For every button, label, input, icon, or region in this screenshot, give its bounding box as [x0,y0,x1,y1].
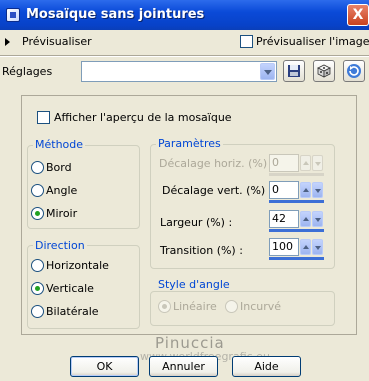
h-offset-slider[interactable] [269,173,324,176]
transition-value[interactable]: 100 [269,238,299,256]
corner-radio-lineaire[interactable] [158,300,171,313]
app-icon [6,8,20,22]
v-offset-label: Décalage vert. (%) : [162,184,273,197]
spin-down-icon[interactable] [312,239,323,255]
spin-up-icon[interactable] [300,182,311,198]
transition-spinner[interactable]: 100 [269,238,324,260]
spin-up-icon[interactable] [300,239,311,255]
spin-down-icon[interactable] [312,182,323,198]
spin-up-icon[interactable] [300,211,311,227]
help-button[interactable]: Aide [232,356,301,377]
cancel-button[interactable]: Annuler [149,356,218,377]
h-offset-value[interactable]: 0 [269,154,299,172]
method-radio-bord[interactable] [31,161,44,174]
transition-slider[interactable] [269,257,324,260]
save-icon [288,65,300,77]
width-spinner[interactable]: 42 [269,210,324,232]
direction-label-bilaterale: Bilatérale [46,305,99,318]
v-offset-value[interactable]: 0 [269,181,299,199]
corner-style-title: Style d'angle [156,278,232,291]
dice-icon [317,64,331,78]
method-radio-miroir[interactable] [31,207,44,220]
direction-radio-horizontale[interactable] [31,259,44,272]
dropdown-arrow-icon[interactable] [260,63,275,80]
v-offset-slider[interactable] [269,200,324,203]
direction-title: Direction [33,239,87,252]
presets-label: Réglages [2,65,53,78]
v-offset-spinner[interactable]: 0 [269,181,324,203]
method-group [27,145,140,229]
method-label-bord: Bord [46,161,72,174]
ok-button[interactable]: OK [70,356,139,377]
preview-image-label: Prévisualiser l'image [256,35,369,48]
direction-radio-verticale[interactable] [31,282,44,295]
direction-label-verticale: Verticale [46,282,94,295]
preview-image-checkbox[interactable] [240,35,253,48]
direction-radio-bilaterale[interactable] [31,305,44,318]
direction-label-horizontale: Horizontale [46,259,109,272]
randomize-button[interactable] [313,60,335,82]
method-radio-angle[interactable] [31,184,44,197]
corner-label-lineaire: Linéaire [173,300,217,313]
spin-down-icon[interactable] [312,155,323,171]
spin-down-icon[interactable] [312,211,323,227]
spin-up-icon[interactable] [300,155,311,171]
tiling-preview-label: Afficher l'aperçu de la mosaïque [54,111,232,124]
h-offset-spinner[interactable]: 0 [269,154,324,176]
tiling-preview-checkbox[interactable] [37,111,50,124]
close-button[interactable]: X [347,4,369,26]
preview-toggle-label[interactable]: Prévisualiser [22,35,92,48]
presets-combo[interactable] [81,61,277,82]
window-title: Mosaïque sans jointures [26,7,205,22]
width-label: Largeur (%) : [160,216,233,229]
transition-label: Transition (%) : [160,244,243,257]
reset-button[interactable] [343,60,365,82]
width-value[interactable]: 42 [269,210,299,228]
corner-radio-incurve[interactable] [225,300,238,313]
method-label-angle: Angle [46,184,78,197]
corner-label-incurve: Incurvé [240,300,282,313]
title-bar: Mosaïque sans jointures X [0,0,369,30]
divider [0,55,369,57]
reset-icon [347,64,361,78]
expand-arrow-icon[interactable] [5,38,10,46]
params-title: Paramètres [156,137,223,150]
method-title: Méthode [33,138,86,151]
width-slider[interactable] [269,229,324,232]
h-offset-label: Décalage horiz. (%) : [159,157,275,170]
save-preset-button[interactable] [283,60,305,82]
method-label-miroir: Miroir [46,207,78,220]
